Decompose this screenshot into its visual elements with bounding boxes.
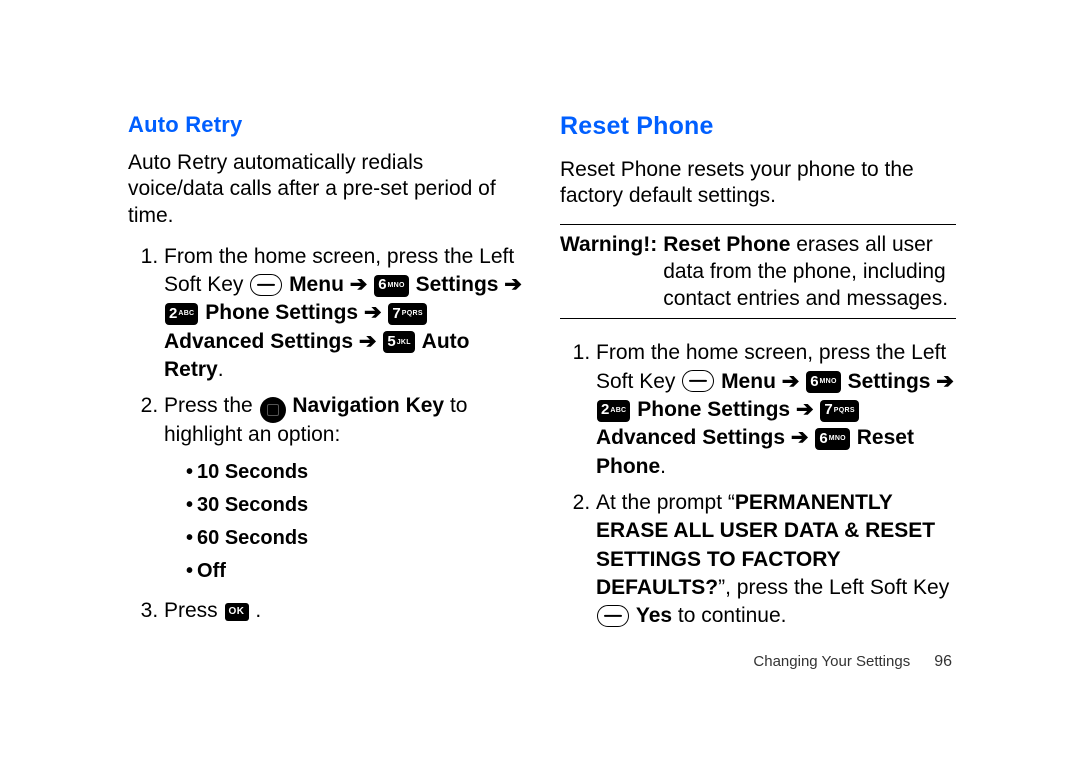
intro-auto-retry: Auto Retry automatically redials voice/d… xyxy=(128,150,524,229)
option-60s: 60 Seconds xyxy=(186,525,524,552)
step-1-right: From the home screen, press the Left Sof… xyxy=(596,339,956,481)
menu-label: Menu xyxy=(289,273,344,296)
warning-box: Warning!: Reset Phone erases all user da… xyxy=(560,224,956,320)
option-30s: 30 Seconds xyxy=(186,492,524,519)
warning-label: Warning!: xyxy=(560,231,657,313)
left-soft-key-icon xyxy=(682,370,714,392)
key-2-icon: 2ABC xyxy=(165,303,198,325)
advanced-settings-label: Advanced Settings xyxy=(164,330,353,353)
step-3-left: Press OK . xyxy=(164,597,524,625)
settings-label: Settings xyxy=(848,370,931,393)
yes-label: Yes xyxy=(636,604,672,627)
arrow-icon: ➔ xyxy=(350,273,368,296)
text: Press the xyxy=(164,394,259,417)
step-2-left: Press the Navigation Key to highlight an… xyxy=(164,392,524,585)
arrow-icon: ➔ xyxy=(504,273,522,296)
key-6-icon: 6MNO xyxy=(806,371,841,393)
column-auto-retry: Auto Retry Auto Retry automatically redi… xyxy=(128,112,524,639)
footer-section: Changing Your Settings xyxy=(753,653,910,670)
key-7-icon: 7PQRS xyxy=(388,303,426,325)
text: Press xyxy=(164,599,224,622)
arrow-icon: ➔ xyxy=(359,330,377,353)
key-2-icon: 2ABC xyxy=(597,400,630,422)
text: At the prompt “ xyxy=(596,491,735,514)
navigation-key-icon xyxy=(260,397,286,423)
advanced-settings-label: Advanced Settings xyxy=(596,426,785,449)
key-7-icon: 7PQRS xyxy=(820,400,858,422)
page-number: 96 xyxy=(934,653,952,671)
ok-key-icon: OK xyxy=(225,603,249,621)
left-soft-key-icon xyxy=(597,605,629,627)
text: ”, press the Left Soft Key xyxy=(718,576,949,599)
heading-reset-phone: Reset Phone xyxy=(560,112,956,141)
text: to continue. xyxy=(672,604,786,627)
arrow-icon: ➔ xyxy=(791,426,809,449)
step-1-left: From the home screen, press the Left Sof… xyxy=(164,243,524,385)
arrow-icon: ➔ xyxy=(936,370,954,393)
phone-settings-label: Phone Settings xyxy=(205,301,358,324)
arrow-icon: ➔ xyxy=(796,398,814,421)
options-list: 10 Seconds 30 Seconds 60 Seconds Off xyxy=(164,459,524,585)
left-soft-key-icon xyxy=(250,274,282,296)
heading-auto-retry: Auto Retry xyxy=(128,112,524,138)
page-footer: Changing Your Settings 96 xyxy=(753,653,952,671)
key-6-icon: 6MNO xyxy=(815,428,850,450)
step-2-right: At the prompt “PERMANENTLY ERASE ALL USE… xyxy=(596,489,956,631)
nav-key-label: Navigation Key xyxy=(292,394,444,417)
arrow-icon: ➔ xyxy=(782,370,800,393)
key-5-icon: 5JKL xyxy=(383,331,414,353)
intro-reset-phone: Reset Phone resets your phone to the fac… xyxy=(560,157,956,210)
menu-label: Menu xyxy=(721,370,776,393)
arrow-icon: ➔ xyxy=(364,301,382,324)
phone-settings-label: Phone Settings xyxy=(637,398,790,421)
key-6-icon: 6MNO xyxy=(374,275,409,297)
warning-subject: Reset Phone xyxy=(663,233,790,256)
warning-text: Reset Phone erases all user data from th… xyxy=(663,231,956,313)
column-reset-phone: Reset Phone Reset Phone resets your phon… xyxy=(560,112,956,639)
option-10s: 10 Seconds xyxy=(186,459,524,486)
option-off: Off xyxy=(186,558,524,585)
settings-label: Settings xyxy=(416,273,499,296)
